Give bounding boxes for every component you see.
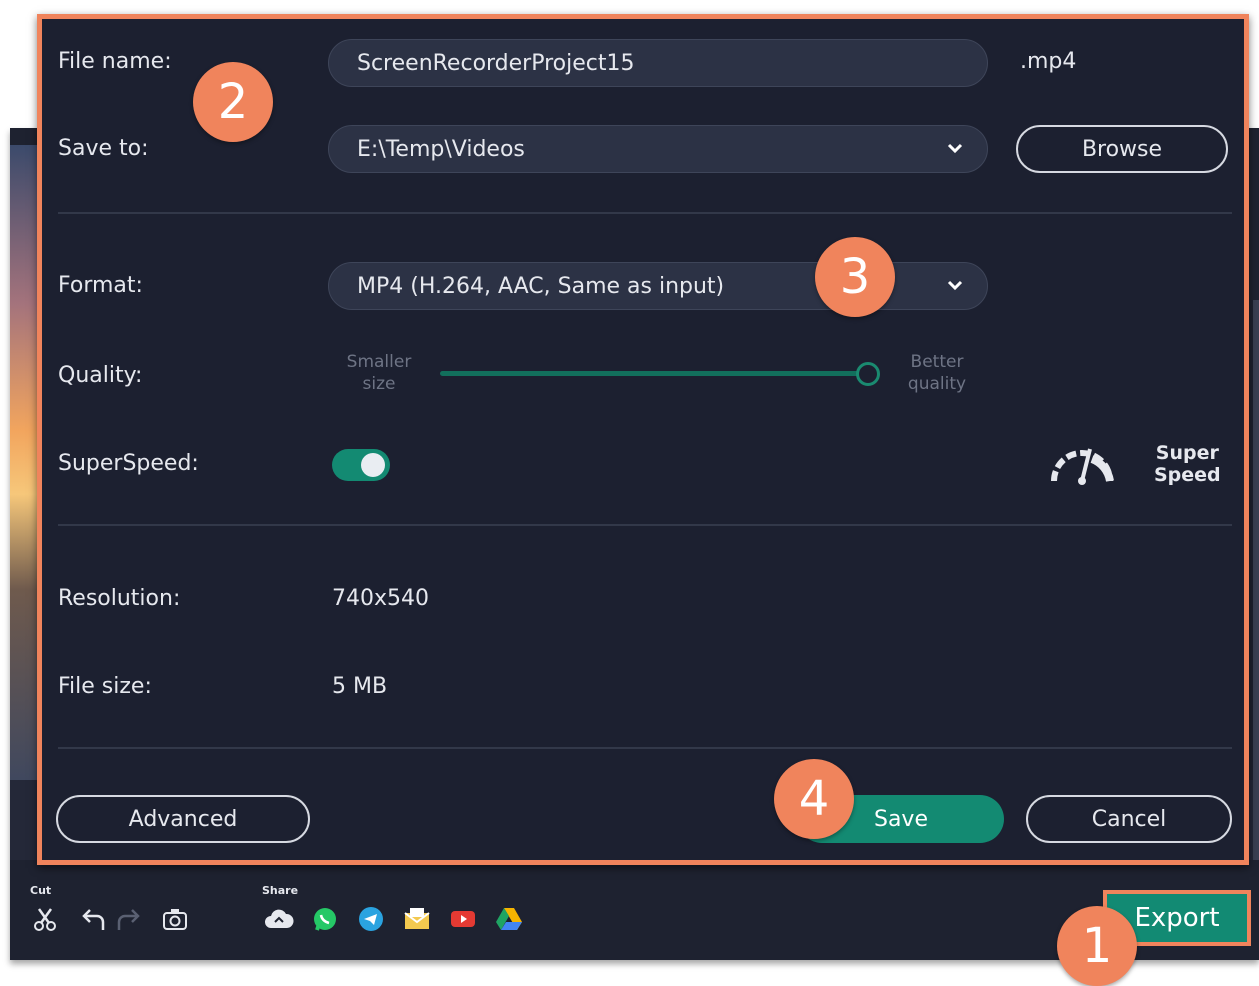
- file-name-label: File name:: [58, 49, 172, 74]
- share-label: Share: [262, 884, 299, 897]
- resolution-label: Resolution:: [58, 586, 181, 611]
- file-extension: .mp4: [1020, 49, 1077, 74]
- video-preview: [10, 145, 40, 780]
- quality-max-hint: Better quality: [907, 352, 967, 394]
- youtube-icon[interactable]: [448, 904, 478, 934]
- toggle-knob: [361, 453, 385, 477]
- google-drive-icon[interactable]: [494, 904, 524, 934]
- callout-marker-3: 3: [815, 237, 895, 317]
- superspeed-toggle[interactable]: [332, 449, 390, 481]
- chevron-down-icon: [947, 280, 963, 291]
- superspeed-badge: Super Speed: [1154, 442, 1221, 486]
- cancel-button[interactable]: Cancel: [1026, 795, 1232, 843]
- superspeed-label: SuperSpeed:: [58, 451, 199, 476]
- redo-icon[interactable]: [114, 904, 144, 934]
- format-value: MP4 (H.264, AAC, Same as input): [357, 273, 725, 299]
- quality-slider-handle[interactable]: [856, 362, 880, 386]
- scrollbar[interactable]: [1253, 300, 1259, 860]
- divider: [58, 747, 1232, 749]
- save-to-value: E:\Temp\Videos: [357, 136, 525, 162]
- whatsapp-icon[interactable]: [310, 904, 340, 934]
- save-to-select[interactable]: E:\Temp\Videos: [328, 125, 988, 173]
- advanced-button[interactable]: Advanced: [56, 795, 310, 843]
- file-size-label: File size:: [58, 674, 152, 699]
- format-label: Format:: [58, 273, 143, 298]
- cloud-upload-icon[interactable]: [264, 904, 294, 934]
- file-name-input[interactable]: ScreenRecorderProject15: [328, 39, 988, 87]
- undo-icon[interactable]: [78, 904, 108, 934]
- cut-label: Cut: [30, 884, 52, 897]
- browse-button[interactable]: Browse: [1016, 125, 1228, 173]
- resolution-value: 740x540: [332, 586, 430, 611]
- callout-marker-2: 2: [193, 62, 273, 142]
- snapshot-icon[interactable]: [160, 904, 190, 934]
- quality-min-hint: Smaller size: [346, 352, 412, 394]
- email-icon[interactable]: [402, 904, 432, 934]
- quality-label: Quality:: [58, 363, 143, 388]
- scissors-icon[interactable]: [30, 904, 60, 934]
- speedometer-icon: [1051, 448, 1114, 485]
- save-to-label: Save to:: [58, 136, 149, 161]
- callout-marker-4: 4: [774, 759, 854, 839]
- quality-slider[interactable]: [440, 371, 868, 376]
- telegram-icon[interactable]: [356, 904, 386, 934]
- chevron-down-icon: [947, 143, 963, 154]
- file-size-value: 5 MB: [332, 674, 388, 699]
- divider: [58, 212, 1232, 214]
- divider: [58, 524, 1232, 526]
- export-dialog: File name: ScreenRecorderProject15 .mp4 …: [37, 14, 1249, 865]
- callout-marker-1: 1: [1057, 906, 1137, 986]
